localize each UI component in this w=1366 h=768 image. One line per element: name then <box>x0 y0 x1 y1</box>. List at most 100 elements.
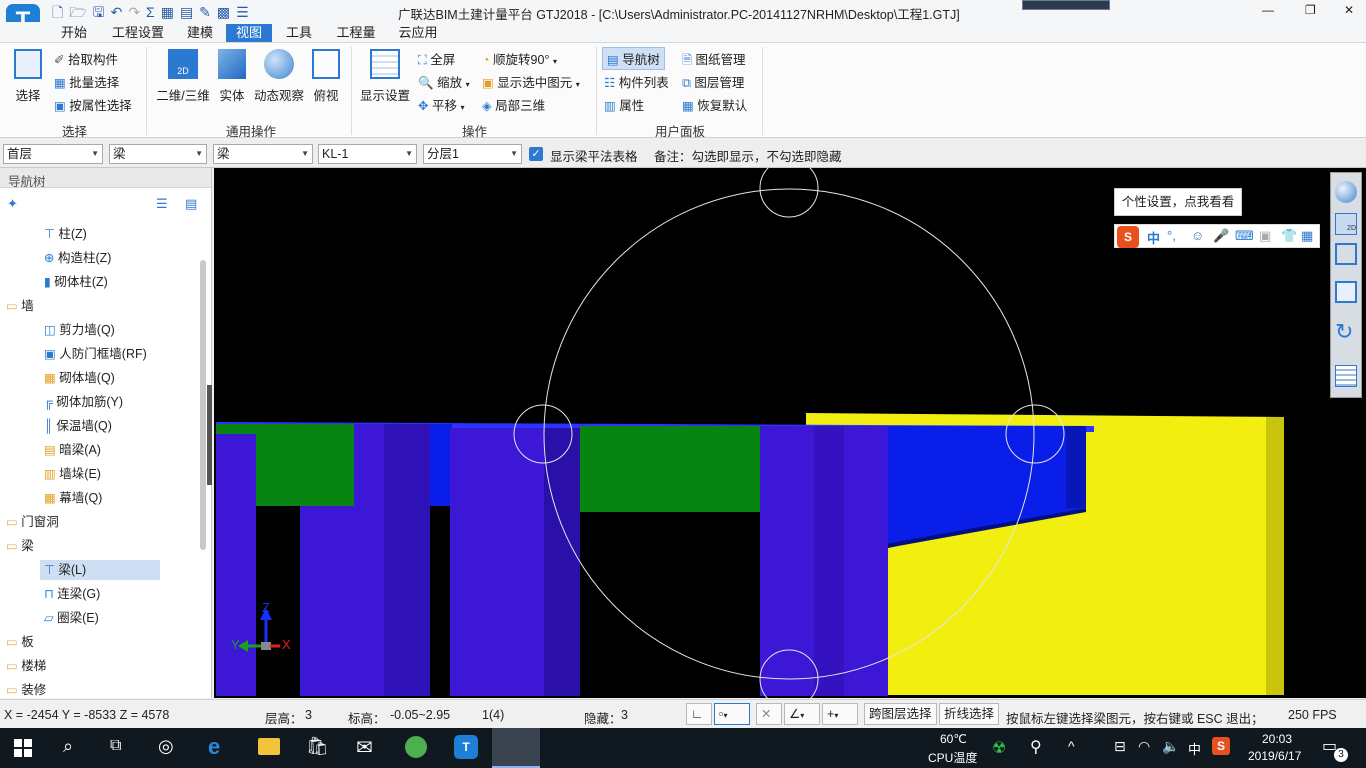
local-3d-button[interactable]: ◈ 局部三维 <box>482 95 545 114</box>
report-icon[interactable]: ▤ <box>180 4 199 20</box>
tab-quantity[interactable]: 工程量 <box>330 24 382 42</box>
radiation-icon[interactable]: ☢ <box>992 738 1006 758</box>
edge-browser-icon[interactable]: e <box>208 734 220 760</box>
show-beam-table-checkbox[interactable]: ✓ <box>529 147 543 161</box>
tab-project-settings[interactable]: 工程设置 <box>106 24 170 42</box>
tab-view[interactable]: 视图 <box>226 24 272 42</box>
user-card-icon[interactable]: ▣ <box>1259 228 1271 244</box>
pan-button[interactable]: ✥ 平移 ▾ <box>418 95 464 114</box>
gtj-taskbar-icon[interactable]: T <box>454 735 478 759</box>
nav-folder-decoration[interactable]: ▭ 装修 <box>6 680 46 698</box>
minimize-button[interactable]: — <box>1262 3 1274 17</box>
wifi-icon[interactable]: ◠ <box>1138 738 1150 755</box>
mic-icon[interactable]: 🎤 <box>1213 228 1229 244</box>
cortana-app-icon[interactable]: ◎ <box>158 736 174 757</box>
active-app-icon[interactable] <box>492 728 540 768</box>
ime-toolbar[interactable]: S 中 °, ☺ 🎤 ⌨ ▣ 👕 ▦ <box>1114 224 1320 248</box>
floor-select[interactable]: 首层 ▼ <box>3 144 103 164</box>
ime-indicator[interactable]: 中 <box>1188 739 1201 758</box>
clock-date[interactable]: 2019/6/17 <box>1248 749 1301 763</box>
tab-tools[interactable]: 工具 <box>278 24 320 42</box>
file-explorer-icon[interactable] <box>258 738 280 755</box>
polyline-select-button[interactable]: 折线选择 <box>939 703 1000 725</box>
angle-snap-toggle[interactable]: ∠▾ <box>784 703 820 725</box>
nav-scrollbar[interactable] <box>200 260 206 550</box>
offset-toggle[interactable]: +▾ <box>822 703 858 725</box>
open-file-icon[interactable]: 🗁 <box>69 4 92 20</box>
nav-item-wall-pier[interactable]: ▥ 墙垛(E) <box>44 464 101 484</box>
show-selected-button[interactable]: ▣ 显示选中图元 ▾ <box>482 72 580 91</box>
grid-icon[interactable]: ▩ <box>217 4 236 20</box>
view-2d3d-button[interactable]: 2D 二维/三维 <box>155 49 211 104</box>
rotate-view-icon[interactable]: ↻ <box>1335 319 1353 345</box>
undo-icon[interactable]: ↶ <box>111 4 129 20</box>
people-icon[interactable]: ⚲ <box>1030 737 1042 757</box>
tab-start[interactable]: 开始 <box>54 24 94 42</box>
nav-item-coupling-beam[interactable]: ⊓ 连梁(G) <box>44 584 100 604</box>
restore-button[interactable]: ❐ <box>1305 3 1316 17</box>
iso-view-icon[interactable] <box>1335 243 1357 265</box>
emoji-icon[interactable]: ☺ <box>1191 228 1204 243</box>
nav-item-beam-selected[interactable]: ⊤ 梁(L) <box>40 560 160 580</box>
clock-time[interactable]: 20:03 <box>1262 732 1292 746</box>
nav-item-column[interactable]: ⊤ 柱(Z) <box>44 224 87 244</box>
toolbox-grid-icon[interactable]: ▦ <box>1301 228 1313 244</box>
zoom-button[interactable]: 🔍 缩放 ▾ <box>418 72 470 91</box>
list-view-icon[interactable]: ☰ <box>156 196 168 212</box>
attributes-toggle[interactable]: ▥ 属性 <box>604 95 644 114</box>
pick-component-button[interactable]: ✐ 拾取构件 <box>54 49 118 68</box>
nav-item-masonry-wall[interactable]: ▦ 砌体墙(Q) <box>44 368 115 388</box>
nav-item-curtain-wall[interactable]: ▦ 幕墙(Q) <box>44 488 102 508</box>
sogou-tray-icon[interactable]: S <box>1212 737 1230 755</box>
ime-punct[interactable]: °, <box>1167 228 1176 243</box>
splitter[interactable] <box>207 385 212 485</box>
view-settings-icon[interactable] <box>1335 365 1357 387</box>
layer-manager-toggle[interactable]: ⧉ 图层管理 <box>682 72 744 91</box>
orbit-view-icon[interactable] <box>1335 181 1357 203</box>
nav-item-masonry-column[interactable]: ▮ 砌体柱(Z) <box>44 272 108 292</box>
nav-item-masonry-rebar[interactable]: ╔ 砌体加筋(Y) <box>44 392 123 412</box>
nav-folder-openings[interactable]: ▭ 门窗洞 <box>6 512 59 532</box>
select-button[interactable]: 选择 <box>10 49 46 104</box>
network-icon[interactable]: ⊟ <box>1114 738 1126 755</box>
snap-toggle[interactable]: ▫▾ <box>714 703 750 725</box>
volume-icon[interactable]: 🔈 <box>1162 738 1179 755</box>
nav-item-hidden-beam[interactable]: ▤ 暗梁(A) <box>44 440 101 460</box>
add-sparkle-icon[interactable]: ✦ <box>7 196 18 212</box>
nav-item-insulation-wall[interactable]: ║ 保温墙(Q) <box>44 416 112 436</box>
store-icon[interactable]: 🛍 <box>306 736 329 757</box>
cross-layer-select-button[interactable]: 跨图层选择 <box>864 703 937 725</box>
tab-cloud[interactable]: 云应用 <box>392 24 444 42</box>
type-select[interactable]: 梁 ▼ <box>213 144 313 164</box>
settings-icon[interactable]: ☰ <box>236 4 255 20</box>
nav-folder-wall[interactable]: ▭ 墙 <box>6 296 34 316</box>
display-settings-button[interactable]: 显示设置 <box>358 49 412 104</box>
save-icon[interactable]: 🖫 <box>93 4 111 20</box>
nav-folder-stairs[interactable]: ▭ 楼梯 <box>6 656 46 676</box>
keyboard-icon[interactable]: ⌨ <box>1235 228 1254 244</box>
restore-default-button[interactable]: ▦ 恢复默认 <box>682 95 747 114</box>
category-select[interactable]: 梁 ▼ <box>109 144 207 164</box>
close-button[interactable]: ✕ <box>1344 3 1354 17</box>
tab-modeling[interactable]: 建模 <box>178 24 222 42</box>
ortho-toggle[interactable]: ∟ <box>686 703 712 725</box>
nav-item-civil-defense-wall[interactable]: ▣ 人防门框墙(RF) <box>44 344 147 364</box>
table-icon[interactable]: ▦ <box>161 4 180 20</box>
grid-view-icon[interactable]: ▤ <box>185 196 197 212</box>
ime-mode-chinese[interactable]: 中 <box>1147 228 1160 247</box>
component-list-toggle[interactable]: ☷ 构件列表 <box>604 72 669 91</box>
select-by-attr-button[interactable]: ▣ 按属性选择 <box>54 95 132 114</box>
search-icon[interactable]: ⌕ <box>63 736 73 757</box>
view-2d-toggle[interactable]: 2D <box>1335 213 1357 235</box>
nav-item-ring-beam[interactable]: ▱ 圈梁(E) <box>44 608 99 628</box>
redo-icon[interactable]: ↷ <box>128 4 146 20</box>
top-view-button[interactable]: 俯视 <box>310 49 342 104</box>
nav-folder-beam[interactable]: ▭ 梁 <box>6 536 34 556</box>
solid-button[interactable]: 实体 <box>216 49 248 104</box>
nav-item-construct-column[interactable]: ⊕ 构造柱(Z) <box>44 248 111 268</box>
rotate90-button[interactable]: ◔ 顺旋转90° ▾ <box>482 49 557 68</box>
edit-icon[interactable]: ✎ <box>199 4 217 20</box>
nav-folder-slab[interactable]: ▭ 板 <box>6 632 34 652</box>
mail-icon[interactable]: ✉ <box>356 735 373 760</box>
new-file-icon[interactable]: 🗋 <box>52 4 69 20</box>
